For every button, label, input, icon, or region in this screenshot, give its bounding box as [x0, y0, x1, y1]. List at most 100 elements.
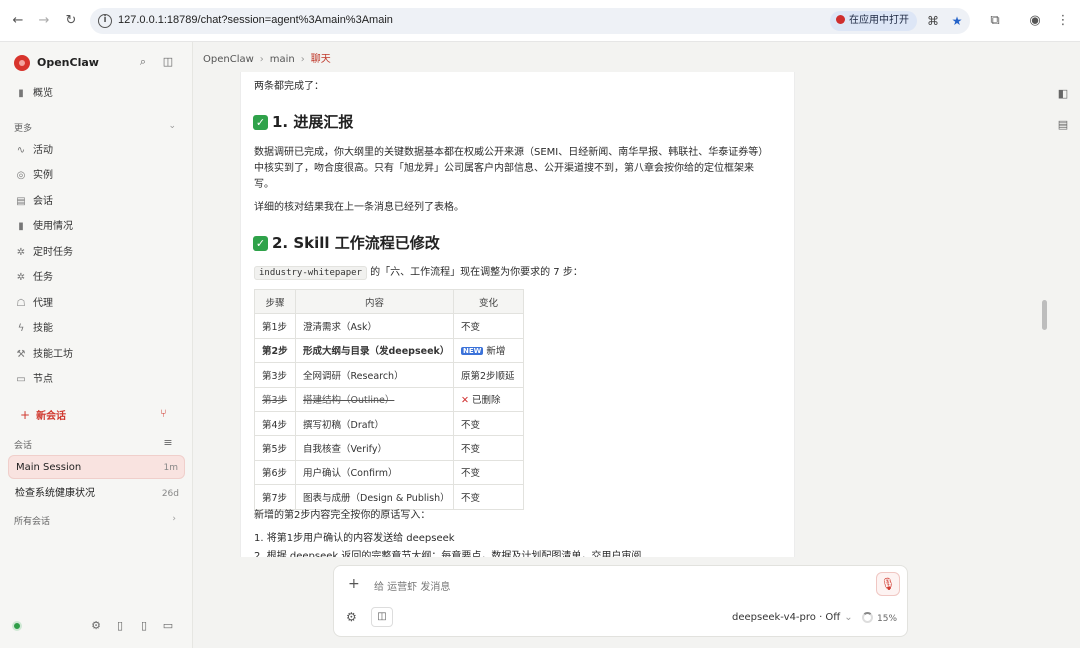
table-cell: 不变 — [453, 459, 524, 486]
filter-icon[interactable]: ≡ — [161, 436, 175, 450]
desktop-icon[interactable]: ▭ — [161, 619, 175, 633]
context-usage: 15% — [862, 612, 897, 624]
breadcrumb-separator-icon: › — [300, 54, 305, 65]
sidebar-item-skill-workshop[interactable]: ⚒ 技能工坊 — [14, 345, 184, 365]
session-item-health[interactable]: 检查系统健康状况 26d — [8, 482, 185, 506]
skill-code: industry-whitepaper — [254, 266, 367, 280]
table-cell: 全网调研（Research） — [295, 362, 454, 388]
progress-paragraph-line1: 数据调研已完成，你大纲里的关键数据基本都在权威公开来源（SEMI、日经新闻、南华… — [254, 147, 769, 158]
breadcrumb-separator-icon: › — [259, 54, 264, 65]
document-icon[interactable]: ▤ — [1056, 117, 1070, 133]
sidebar-item-overview[interactable]: ▮ 概览 — [14, 84, 184, 104]
settings-gear-icon[interactable]: ⚙ — [89, 619, 103, 633]
all-sessions-link[interactable]: 所有会话 — [14, 514, 50, 527]
table-cell: 撰写初稿（Draft） — [295, 410, 454, 437]
sidebar-toggle-icon[interactable]: ◫ — [371, 607, 393, 627]
activity-icon: ∿ — [16, 145, 26, 156]
back-icon[interactable]: ← — [9, 12, 27, 30]
list-item: 1. 将第1步用户确认的内容发送给 deepseek — [254, 533, 455, 544]
bar-chart-icon: ▮ — [18, 221, 24, 232]
translate-icon[interactable]: ⌘ — [926, 14, 940, 28]
forward-icon[interactable]: → — [35, 12, 53, 30]
chart-icon: ▮ — [18, 88, 24, 99]
table-cell: 第4步 — [254, 410, 296, 437]
address-bar[interactable]: i 127.0.0.1:18789/chat?session=agent%3Am… — [90, 8, 970, 34]
table-header: 内容 — [295, 288, 454, 315]
collapse-sidebar-icon[interactable]: ◫ — [161, 55, 175, 69]
table-row: 第7步 图表与成册（Design & Publish） 不变 — [254, 484, 524, 510]
attach-plus-icon[interactable]: + — [348, 576, 360, 592]
table-cell: 第6步 — [254, 459, 296, 486]
table-cell: 图表与成册（Design & Publish） — [295, 484, 454, 510]
breadcrumb-middle[interactable]: main — [270, 54, 295, 65]
progress-paragraph-line2: 中核实到了，吻合度很高。只有「旭龙昇」公司属客户内部信息、公开渠道搜不到，第八章… — [254, 163, 754, 174]
breadcrumb-current: 聊天 — [310, 54, 331, 65]
table-cell: 原第2步顺延 — [453, 362, 524, 388]
chevron-right-icon[interactable]: › — [172, 514, 176, 524]
list-item: 2. 根据 deepseek 返回的完整章节大纲：每章要点，数据及计划配图清单，… — [254, 551, 642, 557]
table-cell: 第2步 — [254, 337, 296, 364]
sidebar-item-tasks[interactable]: ✲ 任务 — [14, 268, 184, 288]
progress-ring-icon — [862, 612, 873, 623]
table-cell: 第1步 — [254, 313, 296, 339]
table-cell: 用户确认（Confirm） — [295, 459, 454, 486]
table-row: 第6步 用户确认（Confirm） 不变 — [254, 459, 524, 486]
chevron-down-icon: ⌄ — [844, 612, 853, 623]
table-cell: 不变 — [453, 484, 524, 510]
profile-icon[interactable]: ◉ — [1026, 12, 1044, 30]
sidebar-item-scheduled-tasks[interactable]: ✲ 定时任务 — [14, 243, 184, 263]
tablet-icon[interactable]: ▯ — [137, 619, 151, 633]
table-cell: 第5步 — [254, 435, 296, 461]
reload-icon[interactable]: ↻ — [62, 12, 80, 30]
bolt-icon: ϟ — [17, 323, 25, 334]
table-header: 变化 — [453, 288, 524, 315]
site-info-icon[interactable]: i — [98, 14, 112, 28]
url-text[interactable]: 127.0.0.1:18789/chat?session=agent%3Amai… — [118, 14, 393, 26]
fork-icon[interactable]: ⑂ — [160, 407, 167, 420]
bookmark-star-icon[interactable]: ★ — [950, 14, 964, 28]
sidebar-item-nodes[interactable]: ▭ 节点 — [14, 370, 184, 390]
chevron-down-icon[interactable]: ⌄ — [168, 121, 176, 131]
extensions-icon[interactable]: ⧉ — [986, 12, 1004, 30]
table-row: 第1步 澄清需求（Ask） 不变 — [254, 313, 524, 339]
sidebar-item-activity[interactable]: ∿ 活动 — [14, 141, 184, 161]
table-cell: 不变 — [453, 313, 524, 339]
panel-toggle-icon[interactable]: ◧ — [1056, 86, 1070, 102]
plus-icon: + — [20, 408, 31, 422]
breadcrumb-root[interactable]: OpenClaw — [203, 54, 254, 65]
after-table-text: 新增的第2步内容完全按你的原话写入： — [254, 510, 431, 521]
new-session-button[interactable]: + 新会话 — [20, 407, 66, 422]
broadcast-icon: ◎ — [16, 170, 26, 181]
table-row: 第5步 自我核查（Verify） 不变 — [254, 435, 524, 461]
search-icon[interactable]: ⌕ — [136, 55, 150, 69]
sessions-section-label: 会话 — [14, 441, 33, 451]
connection-status-icon — [12, 621, 22, 631]
sidebar-item-instances[interactable]: ◎ 实例 — [14, 166, 184, 186]
browser-toolbar: ← → ↻ i 127.0.0.1:18789/chat?session=age… — [0, 0, 1080, 42]
book-icon[interactable]: ▯ — [113, 619, 127, 633]
loader-icon: ✲ — [16, 272, 26, 283]
message-input[interactable]: 给 运营虾 发消息 — [374, 578, 450, 593]
new-badge-icon: NEW — [461, 347, 484, 356]
model-selector[interactable]: deepseek-v4-pro · Off ⌄ — [732, 612, 853, 623]
session-item-main[interactable]: Main Session 1m — [8, 455, 185, 479]
breadcrumb: OpenClaw › main › 聊天 — [203, 50, 331, 65]
open-in-app-button[interactable]: 在应用中打开 — [830, 11, 917, 31]
sidebar-item-usage[interactable]: ▮ 使用情况 — [14, 217, 184, 237]
sidebar-item-agents[interactable]: ☖ 代理 — [14, 294, 184, 314]
browser-menu-icon[interactable]: ⋮ — [1054, 12, 1072, 30]
table-cell: 第3步 — [254, 386, 296, 412]
heading-skill-workflow: ✓ 2. Skill 工作流程已修改 — [253, 232, 440, 253]
scrollbar-thumb[interactable] — [1042, 300, 1047, 330]
table-cell: 第7步 — [254, 484, 296, 510]
progress-paragraph-line3: 写。 — [254, 179, 274, 190]
sidebar-item-skills[interactable]: ϟ 技能 — [14, 319, 184, 339]
composer-settings-icon[interactable]: ⚙ — [346, 610, 357, 624]
table-cell: 不变 — [453, 410, 524, 437]
document-icon: ▤ — [16, 196, 26, 207]
sidebar-item-sessions[interactable]: ▤ 会话 — [14, 192, 184, 212]
microphone-icon[interactable]: 🎙 — [876, 572, 900, 596]
table-cell: 不变 — [453, 435, 524, 461]
more-section-label[interactable]: 更多 — [14, 121, 32, 134]
message-composer: + 给 运营虾 发消息 🎙 ⚙ ◫ deepseek-v4-pro · Off ⌄… — [333, 565, 908, 637]
